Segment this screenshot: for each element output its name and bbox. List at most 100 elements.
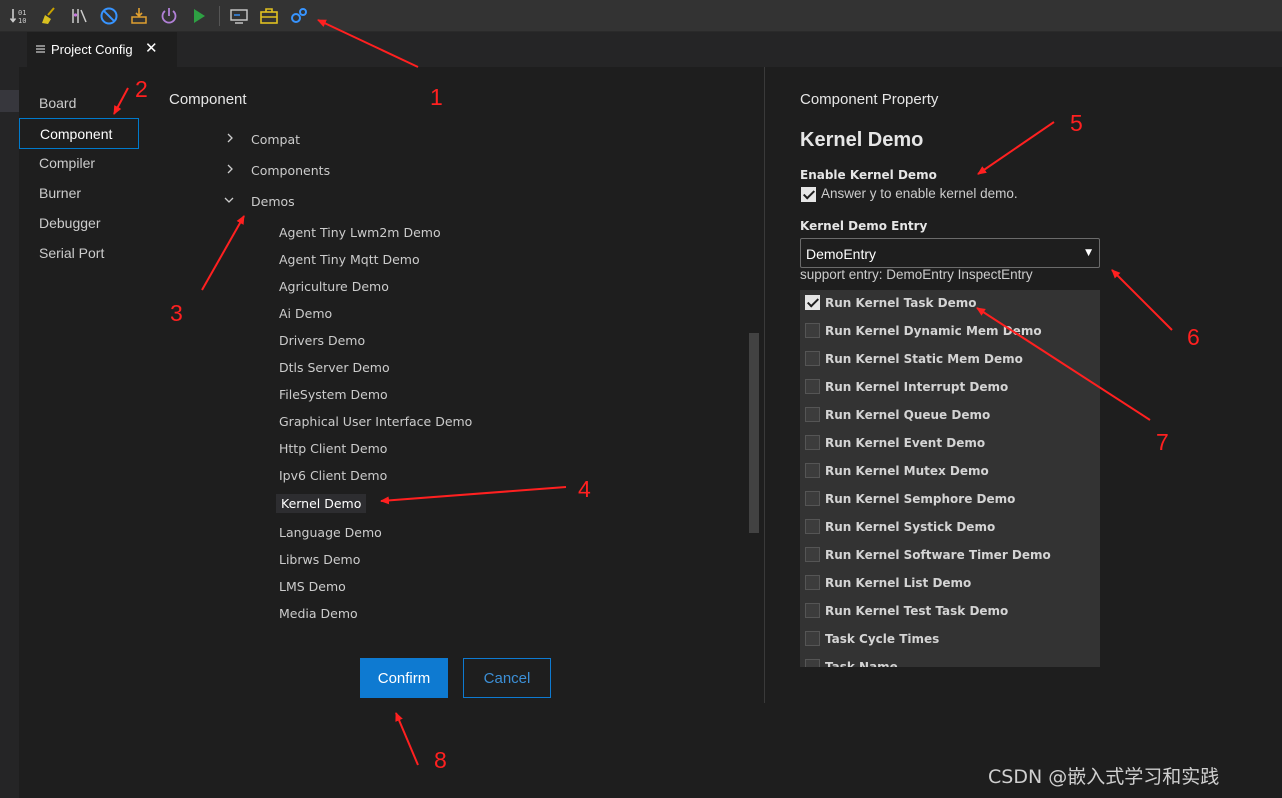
option-item[interactable]: Run Kernel Mutex Demo	[800, 458, 1100, 486]
tab-label: Project Config	[51, 42, 133, 57]
annotation-arrow-3	[201, 215, 245, 291]
tab-bar: Project Config ✕	[19, 32, 1282, 67]
option-checkbox[interactable]	[805, 547, 820, 562]
annotation-number: 7	[1156, 429, 1169, 455]
dropdown-arrow-icon: ▼	[1085, 248, 1092, 258]
annotation-arrow-2	[113, 87, 129, 115]
option-label: Run Kernel List Demo	[825, 576, 972, 590]
chevron-right-icon[interactable]	[225, 164, 235, 174]
entry-select[interactable]: DemoEntry ▼	[800, 238, 1100, 268]
tree-item[interactable]: Drivers Demo	[279, 333, 365, 348]
tree-item[interactable]: Agriculture Demo	[279, 279, 389, 294]
tree-group-compat[interactable]: Compat	[251, 132, 300, 147]
tree-item[interactable]: Http Client Demo	[279, 441, 387, 456]
monitor-icon[interactable]	[229, 6, 249, 26]
option-checkbox[interactable]	[805, 351, 820, 366]
option-item[interactable]: Run Kernel Test Task Demo	[800, 598, 1100, 626]
nav-item-board[interactable]: Board	[39, 95, 76, 111]
toolbox-icon[interactable]	[259, 6, 279, 26]
option-item[interactable]: Run Kernel Semphore Demo	[800, 486, 1100, 514]
option-checkbox[interactable]	[805, 491, 820, 506]
chevron-down-icon[interactable]	[224, 195, 234, 205]
activity-marker	[0, 90, 19, 112]
annotation-number: 5	[1070, 110, 1083, 136]
option-item[interactable]: Run Kernel Systick Demo	[800, 514, 1100, 542]
tree-item-selected[interactable]: Kernel Demo	[276, 494, 367, 513]
option-checkbox[interactable]	[805, 463, 820, 478]
option-item[interactable]: Run Kernel Interrupt Demo	[800, 374, 1100, 402]
tree-item[interactable]: Ai Demo	[279, 306, 332, 321]
tree-item[interactable]: Ipv6 Client Demo	[279, 468, 387, 483]
nav-item-compiler[interactable]: Compiler	[39, 155, 95, 171]
option-item[interactable]: Run Kernel Task Demo	[800, 290, 1100, 318]
stop-icon[interactable]	[99, 6, 119, 26]
tree-item[interactable]: Graphical User Interface Demo	[279, 414, 472, 429]
option-label: Run Kernel Semphore Demo	[825, 492, 1016, 506]
option-checkbox[interactable]	[805, 519, 820, 534]
option-label: Run Kernel Mutex Demo	[825, 464, 989, 478]
option-checkbox[interactable]	[805, 379, 820, 394]
option-label: Run Kernel Dynamic Mem Demo	[825, 324, 1042, 338]
entry-select-value: DemoEntry	[806, 246, 877, 262]
watermark: CSDN @嵌入式学习和实践	[988, 766, 1220, 788]
menu-lines-icon	[36, 45, 45, 53]
tab-project-config[interactable]: Project Config ✕	[27, 32, 177, 67]
option-label: Run Kernel Software Timer Demo	[825, 548, 1051, 562]
option-label: Run Kernel Systick Demo	[825, 520, 996, 534]
option-item[interactable]: Run Kernel Event Demo	[800, 430, 1100, 458]
option-checkbox[interactable]	[805, 435, 820, 450]
nav-item-serial-port[interactable]: Serial Port	[39, 245, 104, 261]
enable-checkbox[interactable]	[801, 187, 816, 202]
tree-item[interactable]: LMS Demo	[279, 579, 346, 594]
option-item[interactable]: Run Kernel List Demo	[800, 570, 1100, 598]
option-checkbox[interactable]	[805, 323, 820, 338]
option-item[interactable]: Task Cycle Times	[800, 626, 1100, 654]
tree-item[interactable]: Media Demo	[279, 606, 358, 621]
option-label: Run Kernel Event Demo	[825, 436, 986, 450]
option-checkbox[interactable]	[805, 407, 820, 422]
activity-strip	[0, 32, 19, 798]
nav-item-label: Component	[40, 126, 113, 142]
option-checkbox[interactable]	[805, 603, 820, 618]
option-item[interactable]: Run Kernel Software Timer Demo	[800, 542, 1100, 570]
confirm-button[interactable]: Confirm	[360, 658, 448, 698]
settings-gears-icon[interactable]	[289, 6, 309, 26]
power-icon[interactable]	[159, 6, 179, 26]
annotation-number: 1	[430, 84, 443, 110]
tree-item[interactable]: FileSystem Demo	[279, 387, 388, 402]
component-heading: Component	[169, 91, 247, 108]
build-clean-icon[interactable]	[69, 6, 89, 26]
option-checkbox[interactable]	[805, 295, 820, 310]
enable-description: Answer y to enable kernel demo.	[821, 186, 1018, 201]
chevron-right-icon[interactable]	[225, 133, 235, 143]
run-icon[interactable]	[189, 6, 209, 26]
tree-item[interactable]: Agent Tiny Mqtt Demo	[279, 252, 420, 267]
option-item[interactable]: Run Kernel Dynamic Mem Demo	[800, 318, 1100, 346]
option-item[interactable]: Run Kernel Static Mem Demo	[800, 346, 1100, 374]
tree-item[interactable]: Dtls Server Demo	[279, 360, 390, 375]
tree-item[interactable]: Librws Demo	[279, 552, 360, 567]
cancel-button[interactable]: Cancel	[463, 658, 551, 698]
option-item[interactable]: Task Name	[800, 654, 1100, 667]
tree-group-demos[interactable]: Demos	[251, 194, 295, 209]
annotation-arrow-6	[1111, 269, 1173, 331]
option-checkbox[interactable]	[805, 575, 820, 590]
nav-item-debugger[interactable]: Debugger	[39, 215, 101, 231]
nav-item-component[interactable]: Component	[19, 118, 139, 149]
sort-binary-icon[interactable]: 01 10	[9, 6, 29, 26]
tree-scrollbar[interactable]	[749, 333, 759, 533]
close-icon[interactable]: ✕	[145, 39, 158, 57]
annotation-number: 4	[578, 476, 591, 502]
broom-icon[interactable]	[39, 6, 59, 26]
tree-item[interactable]: Agent Tiny Lwm2m Demo	[279, 225, 441, 240]
option-item[interactable]: Run Kernel Queue Demo	[800, 402, 1100, 430]
nav-item-burner[interactable]: Burner	[39, 185, 81, 201]
option-checkbox[interactable]	[805, 659, 820, 667]
tree-group-components[interactable]: Components	[251, 163, 330, 178]
toolbar-separator	[219, 6, 220, 26]
tree-item[interactable]: Language Demo	[279, 525, 382, 540]
option-checkbox[interactable]	[805, 631, 820, 646]
option-label: Run Kernel Test Task Demo	[825, 604, 1009, 618]
option-label: Run Kernel Static Mem Demo	[825, 352, 1023, 366]
download-icon[interactable]	[129, 6, 149, 26]
